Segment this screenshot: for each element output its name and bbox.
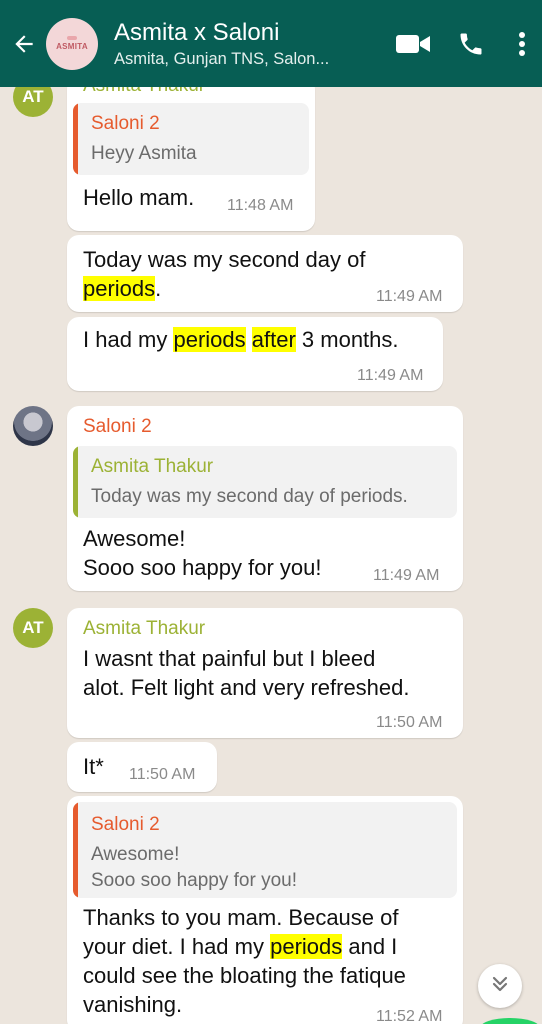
- message-time: 11:50 AM: [376, 714, 443, 731]
- group-members: Asmita, Gunjan TNS, Salon...: [114, 49, 330, 68]
- message-bubble[interactable]: Saloni 2 Asmita Thakur Today was my seco…: [67, 406, 463, 591]
- chevron-double-down-icon: [489, 973, 511, 1000]
- quote-sender: Saloni 2: [91, 814, 160, 835]
- message-text: could see the bloating the fatique: [83, 963, 406, 988]
- more-vert-icon[interactable]: [510, 21, 534, 67]
- group-avatar[interactable]: ASMITA: [46, 17, 98, 70]
- quote-bar: [73, 103, 78, 175]
- group-info[interactable]: Asmita x Saloni Asmita, Gunjan TNS, Salo…: [114, 18, 378, 70]
- phone-icon[interactable]: [448, 21, 494, 67]
- message-time: 11:48 AM: [227, 197, 294, 214]
- message-bubble[interactable]: Today was my second day of periods. 11:4…: [67, 235, 463, 312]
- scroll-to-bottom-button[interactable]: [478, 964, 522, 1008]
- message-text: Sooo soo happy for you!: [83, 555, 322, 580]
- search-highlight: periods: [83, 276, 156, 301]
- avatar[interactable]: AT: [13, 608, 53, 648]
- message-text: vanishing.: [83, 992, 183, 1017]
- avatar[interactable]: [13, 406, 53, 446]
- message-text: your diet. I had my periods and I: [83, 934, 398, 959]
- message-time: 11:52 AM: [376, 1008, 443, 1024]
- message-text: alot. Felt light and very refreshed.: [83, 675, 410, 700]
- message-text: Thanks to you mam. Because of: [83, 905, 399, 930]
- search-highlight: periods: [173, 327, 246, 352]
- search-highlight: periods: [270, 934, 343, 959]
- quote-text: Sooo soo happy for you!: [91, 870, 297, 891]
- quote-text: Awesome!: [91, 844, 180, 865]
- sender-name: Asmita Thakur: [83, 87, 205, 97]
- message-bubble[interactable]: Asmita Thakur Saloni 2 Heyy Asmita Hello…: [67, 87, 315, 231]
- message-time: 11:49 AM: [357, 367, 424, 384]
- quoted-message[interactable]: Saloni 2 Awesome! Sooo soo happy for you…: [73, 802, 457, 898]
- message-text: Hello mam.: [83, 185, 195, 210]
- video-call-icon[interactable]: [390, 21, 436, 67]
- quote-text: Heyy Asmita: [91, 143, 197, 164]
- message-bubble[interactable]: I had my periods after 3 months. 11:49 A…: [67, 317, 443, 391]
- quoted-message[interactable]: Saloni 2 Heyy Asmita: [73, 103, 309, 175]
- message-time: 11:49 AM: [376, 288, 443, 305]
- quote-text: Today was my second day of periods.: [91, 486, 408, 507]
- sender-name: Saloni 2: [83, 416, 152, 437]
- message-text: It*: [83, 754, 104, 779]
- avatar[interactable]: AT: [13, 87, 53, 117]
- chat-header: ASMITA Asmita x Saloni Asmita, Gunjan TN…: [0, 0, 542, 87]
- message-bubble[interactable]: Asmita Thakur I wasnt that painful but I…: [67, 608, 463, 738]
- quote-bar: [73, 802, 78, 898]
- message-time: 11:49 AM: [373, 567, 440, 584]
- message-text: Today was my second day of periods.: [83, 247, 366, 301]
- message-bubble[interactable]: Saloni 2 Awesome! Sooo soo happy for you…: [67, 796, 463, 1024]
- avatar-initials: AT: [22, 618, 44, 637]
- message-text: I had my periods after 3 months.: [83, 327, 399, 352]
- avatar-decoration: [67, 36, 77, 40]
- avatar-text: ASMITA: [56, 42, 88, 51]
- back-arrow-icon[interactable]: [4, 0, 44, 87]
- chat-area[interactable]: AT Asmita Thakur Saloni 2 Heyy Asmita He…: [0, 87, 542, 1024]
- message-time: 11:50 AM: [129, 766, 196, 783]
- sender-name: Asmita Thakur: [83, 618, 206, 639]
- avatar-initials: AT: [22, 87, 44, 106]
- group-name: Asmita x Saloni: [114, 18, 280, 46]
- quote-bar: [73, 446, 78, 518]
- quote-sender: Asmita Thakur: [91, 456, 214, 477]
- quote-sender: Saloni 2: [91, 113, 160, 134]
- search-highlight: after: [251, 327, 296, 352]
- message-bubble[interactable]: It* 11:50 AM: [67, 742, 217, 792]
- message-text: Awesome!: [83, 526, 186, 551]
- message-text: I wasnt that painful but I bleed: [83, 646, 376, 671]
- quoted-message[interactable]: Asmita Thakur Today was my second day of…: [73, 446, 457, 518]
